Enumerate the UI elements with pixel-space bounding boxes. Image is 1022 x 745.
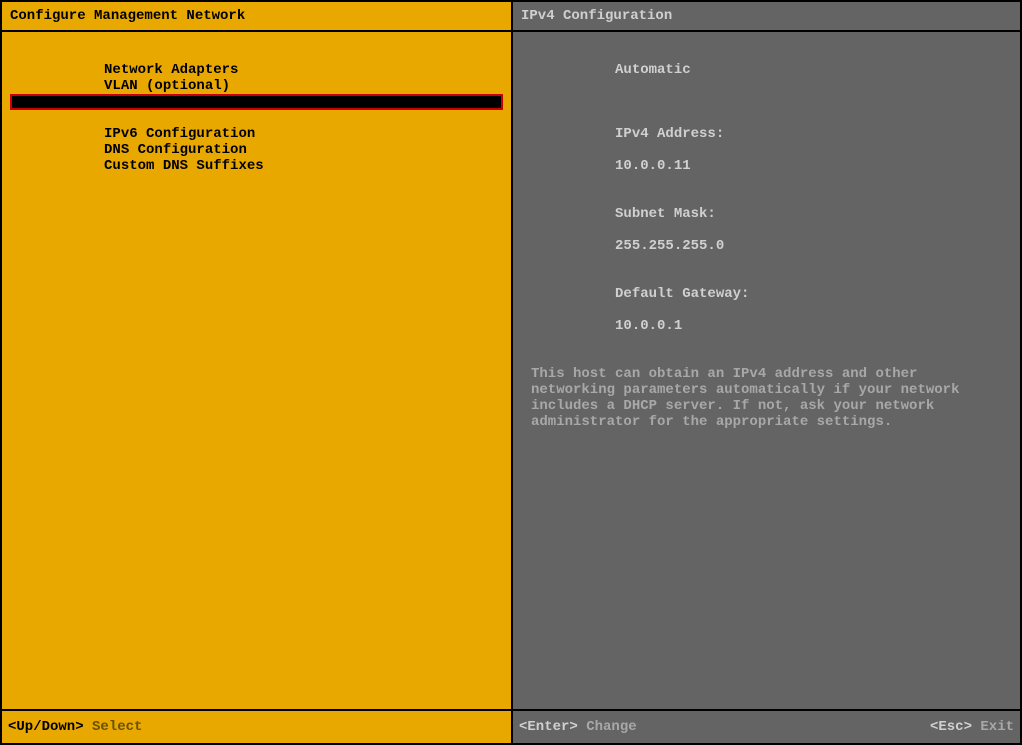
dcui-screen: Configure Management Network Network Ada… [0, 0, 1022, 745]
default-gateway-value: 10.0.0.1 [615, 318, 682, 334]
menu-item-label: DNS Configuration [104, 142, 247, 158]
mode-value: Automatic [615, 62, 691, 78]
menu-item-label: VLAN (optional) [104, 78, 230, 94]
enter-key: <Enter> [519, 719, 578, 735]
enter-hint: <Enter> Change [519, 719, 637, 735]
menu-group-1: Network Adapters VLAN (optional) [10, 46, 503, 78]
ipv4-address-label: IPv4 Address: [615, 126, 724, 142]
updown-key: <Up/Down> [8, 719, 84, 735]
detail-body: Automatic IPv4 Address: 10.0.0.11 Subnet… [513, 32, 1020, 709]
ipv4-address-value: 10.0.0.11 [615, 158, 691, 174]
menu-item-label: Custom DNS Suffixes [104, 158, 264, 174]
menu-item-label: IPv4 Configuration [104, 112, 255, 128]
left-footer: <Up/Down> Select [2, 709, 511, 743]
ipv4-address-line: IPv4 Address: 10.0.0.11 [521, 110, 1012, 190]
subnet-mask-label: Subnet Mask: [615, 206, 716, 222]
menu-item-label: IPv6 Configuration [104, 126, 255, 142]
subnet-mask-line: Subnet Mask: 255.255.255.0 [521, 190, 1012, 270]
menu-item-network-adapters[interactable]: Network Adapters [10, 46, 503, 62]
detail-mode-block: Automatic [521, 46, 1012, 94]
menu-group-2: IPv4 Configuration IPv6 Configuration DN… [10, 94, 503, 158]
right-pane-title: IPv4 Configuration [513, 2, 1020, 32]
esc-key: <Esc> [930, 719, 972, 735]
menu-item-ipv4-config[interactable]: IPv4 Configuration [10, 94, 503, 110]
left-pane: Configure Management Network Network Ada… [0, 0, 511, 745]
default-gateway-line: Default Gateway: 10.0.0.1 [521, 270, 1012, 350]
default-gateway-label: Default Gateway: [615, 286, 749, 302]
left-title-text: Configure Management Network [10, 8, 245, 24]
right-pane: IPv4 Configuration Automatic IPv4 Addres… [511, 0, 1022, 745]
help-text-content: This host can obtain an IPv4 address and… [531, 366, 959, 430]
right-title-text: IPv4 Configuration [521, 8, 672, 24]
updown-hint: <Up/Down> Select [8, 719, 142, 735]
right-footer: <Enter> Change <Esc> Exit [513, 709, 1020, 743]
menu-item-label: Network Adapters [104, 62, 238, 78]
detail-mode: Automatic [521, 46, 1012, 94]
detail-network-block: IPv4 Address: 10.0.0.11 Subnet Mask: 255… [521, 110, 1012, 350]
subnet-mask-value: 255.255.255.0 [615, 238, 724, 254]
updown-action: Select [92, 719, 142, 735]
enter-action: Change [586, 719, 636, 735]
esc-action: Exit [980, 719, 1014, 735]
menu-body: Network Adapters VLAN (optional) IPv4 Co… [2, 32, 511, 709]
esc-hint: <Esc> Exit [930, 719, 1014, 735]
help-text: This host can obtain an IPv4 address and… [521, 366, 1001, 430]
left-pane-title: Configure Management Network [2, 2, 511, 32]
